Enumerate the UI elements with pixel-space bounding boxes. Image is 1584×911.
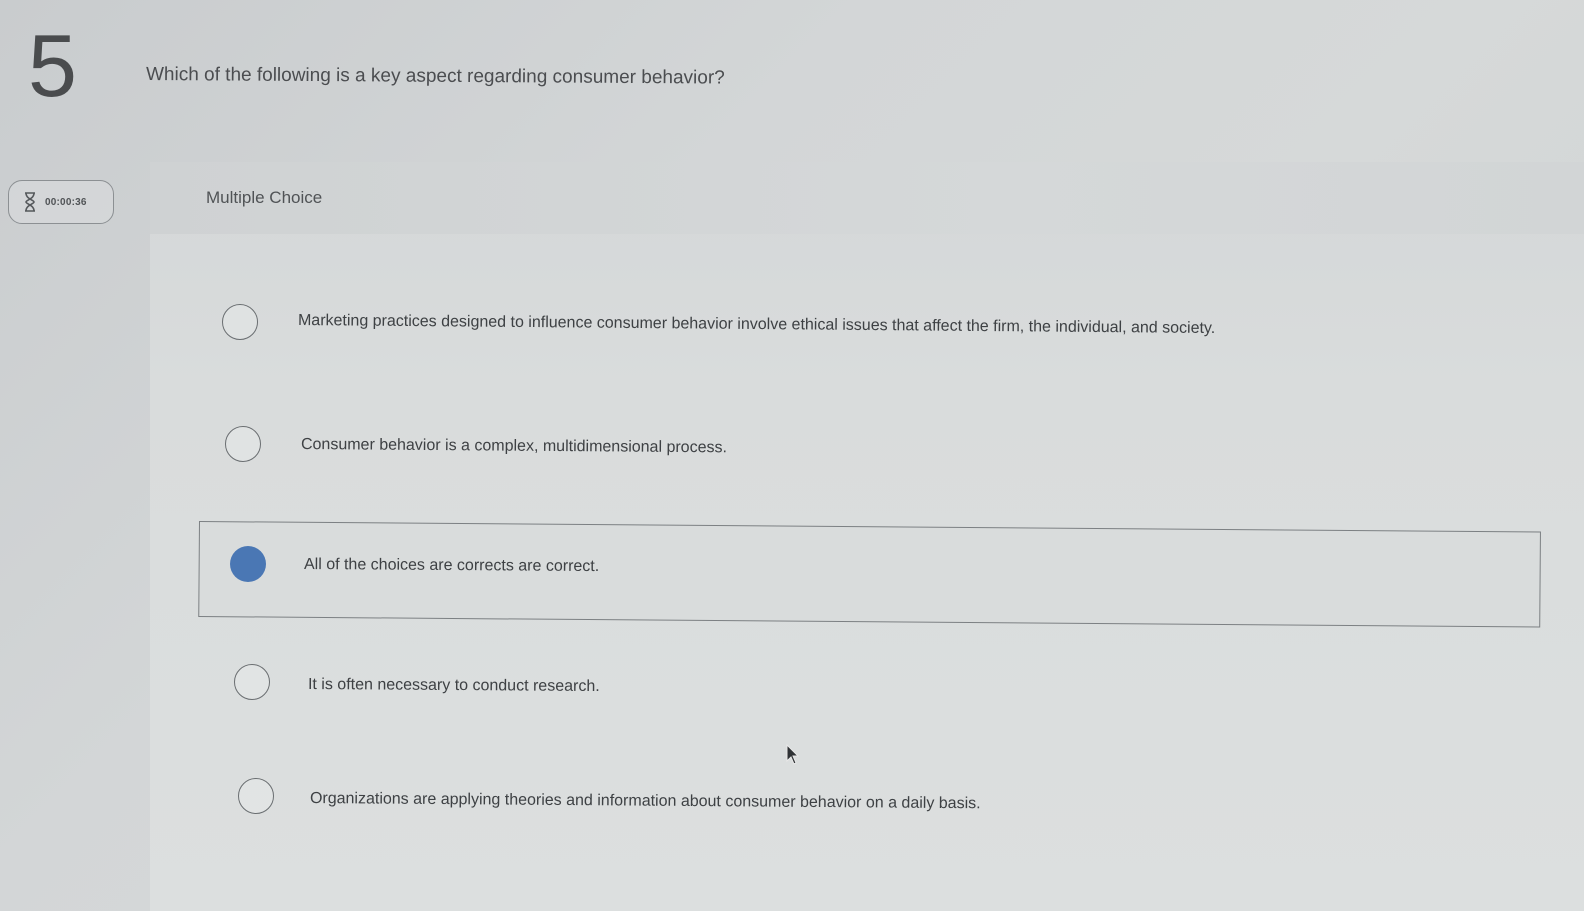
radio-button[interactable] bbox=[222, 304, 258, 340]
timer-value: 00:00:36 bbox=[45, 196, 87, 208]
answer-option-3[interactable]: All of the choices are corrects are corr… bbox=[230, 544, 930, 588]
answer-option-4[interactable]: It is often necessary to conduct researc… bbox=[234, 662, 934, 706]
question-text: Which of the following is a key aspect r… bbox=[145, 64, 725, 89]
radio-button[interactable] bbox=[234, 664, 270, 700]
radio-button[interactable] bbox=[225, 426, 261, 462]
answer-option-1[interactable]: Marketing practices designed to influenc… bbox=[222, 302, 1422, 346]
answer-option-label: Consumer behavior is a complex, multidim… bbox=[300, 436, 728, 457]
radio-button-selected[interactable] bbox=[230, 546, 266, 582]
question-type-label: Multiple Choice bbox=[206, 188, 323, 207]
panel-header bbox=[150, 162, 1584, 234]
answer-option-2[interactable]: Consumer behavior is a complex, multidim… bbox=[225, 424, 925, 468]
answer-option-5[interactable]: Organizations are applying theories and … bbox=[238, 776, 1138, 820]
answer-option-label: Organizations are applying theories and … bbox=[309, 790, 981, 813]
answer-option-label: It is often necessary to conduct researc… bbox=[307, 676, 600, 696]
mouse-cursor-icon bbox=[786, 744, 800, 765]
answer-option-label: All of the choices are corrects are corr… bbox=[303, 556, 600, 576]
timer[interactable]: 00:00:36 bbox=[8, 180, 114, 224]
question-number: 5 bbox=[28, 16, 77, 115]
radio-button[interactable] bbox=[238, 778, 274, 814]
hourglass-icon bbox=[23, 191, 37, 213]
answer-option-label: Marketing practices designed to influenc… bbox=[297, 312, 1216, 338]
